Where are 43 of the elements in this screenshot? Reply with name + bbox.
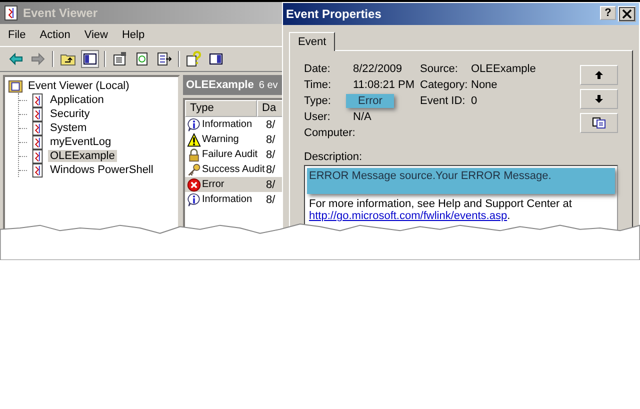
event-row[interactable]: Failure Audit 8/ — [185, 147, 295, 162]
menu-item[interactable]: Help — [122, 29, 145, 41]
event-row[interactable]: Success Audit8/ — [185, 162, 295, 177]
event-row[interactable]: Warning 8/ — [185, 132, 295, 147]
menu-item[interactable]: Action — [40, 29, 70, 41]
field-label: Time: — [304, 79, 332, 91]
description-label: Description: — [304, 151, 364, 163]
field-label: Category: — [420, 79, 468, 91]
field-value: 11:08:21 PM — [352, 78, 416, 92]
field-value: OLEExample — [470, 62, 537, 76]
event-row[interactable]: Information 8/ — [185, 192, 295, 207]
field-value: 0 — [470, 94, 478, 108]
tree-item[interactable]: myEventLog — [48, 136, 114, 148]
pane-title: OLEExample — [186, 79, 254, 91]
field-label: Source: — [420, 63, 459, 75]
tab[interactable]: Event — [289, 32, 336, 51]
description-message: ERROR Message source.Your ERROR Message. — [307, 168, 615, 194]
tree-item[interactable]: Windows PowerShell — [48, 164, 156, 176]
menu-item[interactable]: File — [8, 29, 26, 41]
tree-item[interactable]: Event Viewer (Local) — [26, 80, 132, 92]
window-title: Event Viewer — [23, 6, 98, 20]
field-value: 8/22/2009 — [352, 62, 403, 76]
tree-item[interactable]: Security — [48, 108, 92, 120]
help-button[interactable]: ? — [600, 6, 616, 20]
field-value: None — [470, 78, 498, 92]
field-label: Computer: — [304, 127, 356, 139]
event-count: 6 ev — [258, 80, 278, 90]
field-value: N/A — [352, 110, 372, 124]
field-value: Error — [346, 94, 394, 108]
dialog-title: Event Properties — [286, 7, 382, 21]
tree-item[interactable]: OLEExample — [48, 150, 117, 162]
column-header[interactable]: Type — [185, 100, 257, 117]
field-label: User: — [304, 111, 332, 123]
event-row[interactable]: Information 8/ — [185, 117, 295, 132]
field-label: Date: — [304, 63, 332, 75]
period-text: . — [507, 210, 510, 222]
field-label: Type: — [304, 95, 332, 107]
tree-item[interactable]: Application — [48, 94, 106, 106]
tree-item[interactable]: System — [48, 122, 89, 134]
more-info-text: For more information, see Help and Support Center at — [308, 198, 573, 210]
field-label: Event ID: — [420, 95, 466, 107]
help-link[interactable]: http://go.microsoft.com/fwlink/events.asp — [309, 210, 508, 222]
menu-item[interactable]: View — [84, 29, 108, 41]
